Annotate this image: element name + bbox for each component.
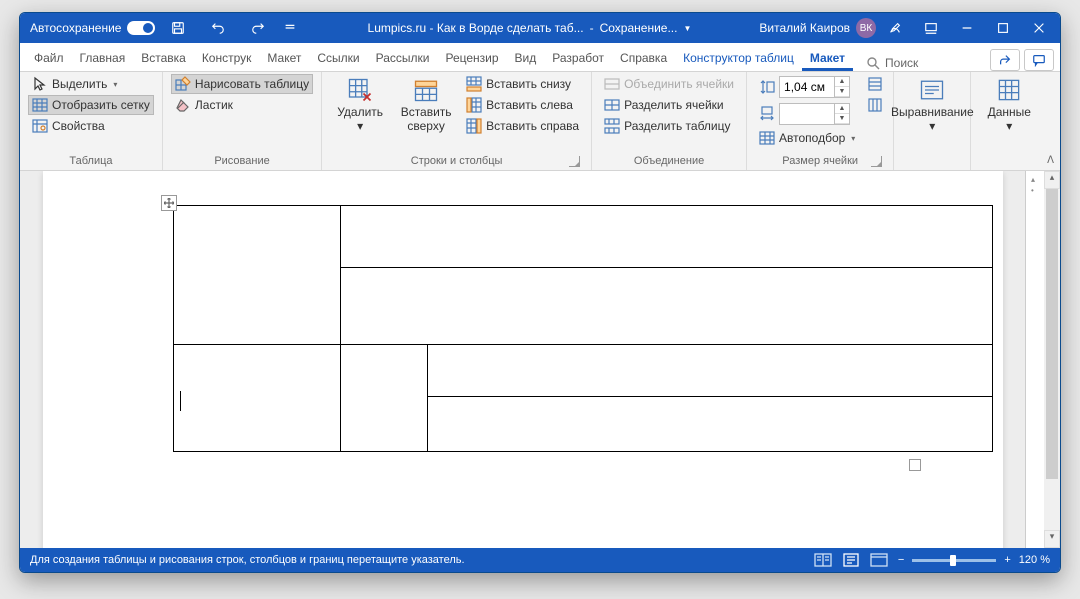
print-layout-icon[interactable] <box>842 553 860 567</box>
document-area: ▴• ▴▾ <box>20 171 1060 548</box>
comments-button[interactable] <box>1024 49 1054 71</box>
group-draw: Нарисовать таблицу Ластик Рисование <box>163 72 322 170</box>
draw-table-button[interactable]: Нарисовать таблицу <box>171 74 313 94</box>
insert-below-button[interactable]: Вставить снизу <box>462 74 583 94</box>
status-message: Для создания таблицы и рисования строк, … <box>30 554 465 566</box>
autosave-toggle[interactable] <box>127 21 155 35</box>
search-box[interactable]: Поиск <box>865 55 918 71</box>
tab-help[interactable]: Справка <box>612 47 675 71</box>
zoom-in-icon[interactable]: + <box>1004 554 1010 566</box>
tab-design[interactable]: Конструк <box>194 47 260 71</box>
split-cells-button[interactable]: Разделить ячейки <box>600 95 738 115</box>
collapse-ribbon-icon[interactable]: ᐱ <box>1047 155 1054 166</box>
eraser-button[interactable]: Ластик <box>171 95 313 115</box>
group-rc-label: Строки и столбцы <box>330 153 583 170</box>
page-scroll[interactable] <box>20 171 1025 548</box>
group-cell-size: ▲▼ ▲▼ Автоподбор▾ Размер ячейки <box>747 72 894 170</box>
col-width-input[interactable]: ▲▼ <box>779 103 850 125</box>
ribbon-draw-icon[interactable] <box>878 13 912 43</box>
maximize-button[interactable] <box>986 13 1020 43</box>
delete-button[interactable]: Удалить▾ <box>330 74 390 134</box>
minimize-button[interactable] <box>950 13 984 43</box>
web-layout-icon[interactable] <box>870 553 888 567</box>
zoom-out-icon[interactable]: − <box>898 554 904 566</box>
doc-title: Lumpics.ru - Как в Ворде сделать таб... <box>368 21 584 35</box>
table-resize-handle[interactable] <box>909 459 921 471</box>
tab-home[interactable]: Главная <box>72 47 134 71</box>
title-bar: Автосохранение Lumpics.ru - Как в Ворде … <box>20 13 1060 43</box>
group-data: Данные▾ <box>971 72 1047 170</box>
status-bar: Для создания таблицы и рисования строк, … <box>20 548 1060 572</box>
insert-above-button[interactable]: Вставить сверху <box>396 74 456 134</box>
qat-save-icon[interactable] <box>161 13 195 43</box>
group-draw-label: Рисование <box>171 153 313 170</box>
user-avatar[interactable]: ВК <box>856 18 876 38</box>
col-width[interactable]: ▲▼ <box>755 101 859 127</box>
tab-table-layout[interactable]: Макет <box>802 47 853 71</box>
distribute-cols-button[interactable] <box>865 95 885 115</box>
select-button[interactable]: Выделить▾ <box>28 74 154 94</box>
tab-file[interactable]: Файл <box>26 47 72 71</box>
qat-customize-icon[interactable] <box>281 13 299 43</box>
tab-insert[interactable]: Вставка <box>133 47 194 71</box>
group-rows-cols: Удалить▾ Вставить сверху Вставить снизу … <box>322 72 592 170</box>
autofit-button[interactable]: Автоподбор▾ <box>755 128 859 148</box>
group-merge-label: Объединение <box>600 153 738 170</box>
tab-refs[interactable]: Ссылки <box>309 47 367 71</box>
text-cursor <box>180 391 181 411</box>
tab-view[interactable]: Вид <box>507 47 545 71</box>
ribbon-tabs: Файл Главная Вставка Конструк Макет Ссыл… <box>20 43 1060 72</box>
close-button[interactable] <box>1022 13 1056 43</box>
save-status: Сохранение... <box>600 21 678 35</box>
insert-right-button[interactable]: Вставить справа <box>462 116 583 136</box>
page <box>43 171 1003 548</box>
tab-mail[interactable]: Рассылки <box>368 47 438 71</box>
autosave-label: Автосохранение <box>30 21 121 35</box>
ribbon: Выделить▾ Отобразить сетку Свойства Табл… <box>20 72 1060 171</box>
row-height-input[interactable]: ▲▼ <box>779 76 850 98</box>
qat-undo-icon[interactable] <box>201 13 235 43</box>
group-table-label: Таблица <box>28 153 154 170</box>
qat-redo-icon[interactable] <box>241 13 275 43</box>
title-dropdown-icon[interactable]: ▼ <box>683 24 691 33</box>
read-mode-icon[interactable] <box>814 553 832 567</box>
word-window: Автосохранение Lumpics.ru - Как в Ворде … <box>19 12 1061 573</box>
group-table: Выделить▾ Отобразить сетку Свойства Табл… <box>20 72 163 170</box>
zoom-value[interactable]: 120 % <box>1019 554 1050 566</box>
merge-cells-button: Объединить ячейки <box>600 74 738 94</box>
row-height[interactable]: ▲▼ <box>755 74 859 100</box>
group-alignment: Выравнивание▾ <box>894 72 971 170</box>
vertical-scrollbar[interactable]: ▴▾ <box>1044 171 1060 548</box>
properties-button[interactable]: Свойства <box>28 116 154 136</box>
view-gridlines-button[interactable]: Отобразить сетку <box>28 95 154 115</box>
user-name: Виталий Каиров <box>759 21 850 35</box>
ribbon-display-icon[interactable] <box>914 13 948 43</box>
alignment-button[interactable]: Выравнивание▾ <box>902 74 962 134</box>
share-button[interactable] <box>990 49 1020 71</box>
tab-review[interactable]: Рецензир <box>437 47 506 71</box>
tab-table-design[interactable]: Конструктор таблиц <box>675 47 802 71</box>
group-size-label: Размер ячейки <box>755 153 885 170</box>
document-table[interactable] <box>173 205 993 452</box>
distribute-rows-button[interactable] <box>865 74 885 94</box>
zoom-slider[interactable] <box>912 559 996 562</box>
insert-left-button[interactable]: Вставить слева <box>462 95 583 115</box>
data-button[interactable]: Данные▾ <box>979 74 1039 134</box>
search-placeholder: Поиск <box>885 56 918 70</box>
group-merge: Объединить ячейки Разделить ячейки Разде… <box>592 72 747 170</box>
split-table-button[interactable]: Разделить таблицу <box>600 116 738 136</box>
table-move-handle[interactable] <box>161 195 177 211</box>
tab-dev[interactable]: Разработ <box>544 47 612 71</box>
zoom-control[interactable]: − + 120 % <box>898 554 1050 566</box>
vertical-ruler: ▴• <box>1025 171 1044 548</box>
tab-layout[interactable]: Макет <box>259 47 309 71</box>
